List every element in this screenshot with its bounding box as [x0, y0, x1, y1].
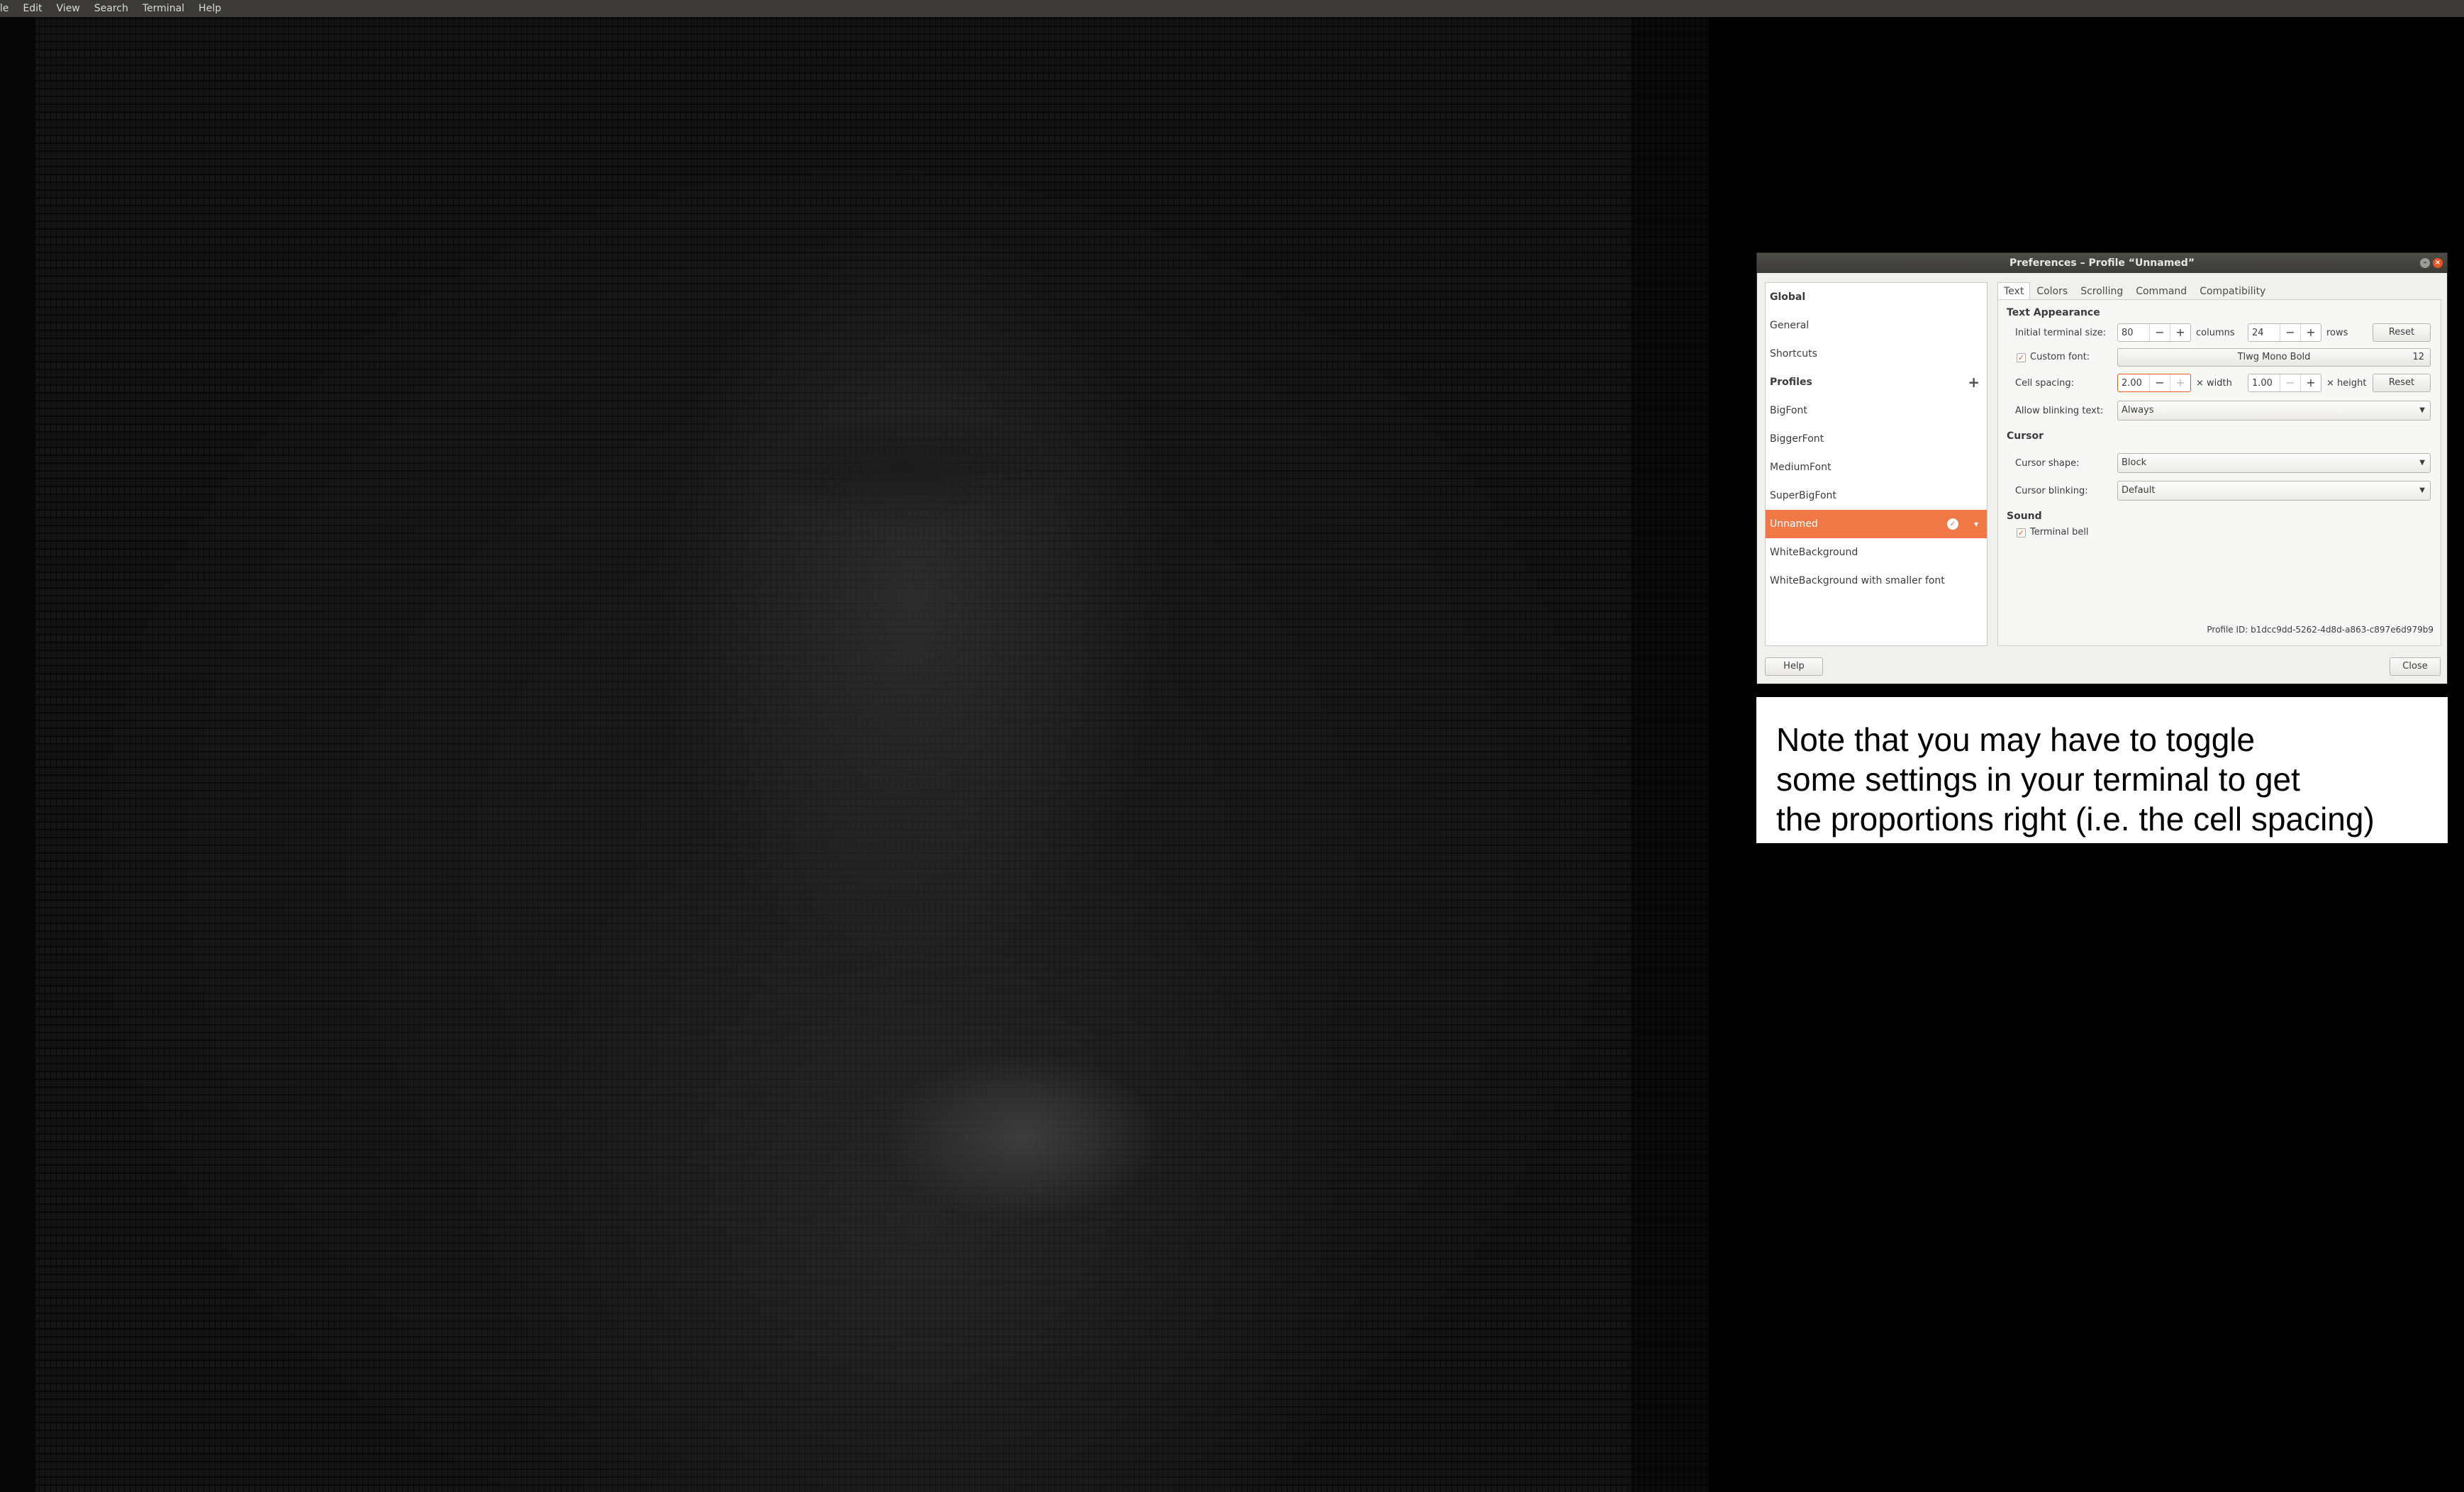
ascii-art-terminal-output	[0, 17, 1709, 1492]
dialog-title: Preferences – Profile “Unnamed”	[2009, 257, 2195, 269]
sound-heading: Sound	[2007, 511, 2042, 522]
rows-value[interactable]: 24	[2248, 328, 2280, 338]
cell-height-spinner[interactable]: 1.00 − +	[2248, 374, 2321, 392]
custom-font-checkbox[interactable]: ✓	[2017, 353, 2026, 362]
sidebar-profile-whitebackground-smaller[interactable]: WhiteBackground with smaller font	[1766, 567, 1987, 595]
sidebar-item-general[interactable]: General	[1766, 311, 1987, 340]
cell-height-decrement-icon[interactable]: −	[2280, 374, 2300, 391]
columns-label: columns	[2196, 328, 2235, 338]
cell-height-increment-icon[interactable]: +	[2300, 374, 2321, 391]
cursor-blinking-value: Default	[2122, 485, 2156, 496]
columns-decrement-icon[interactable]: −	[2149, 324, 2170, 341]
menu-help[interactable]: Help	[191, 3, 228, 14]
close-button[interactable]: Close	[2390, 657, 2441, 676]
terminal-menubar: ile Edit View Search Terminal Help	[0, 0, 2464, 17]
sidebar-profile-unnamed[interactable]: Unnamed ✓ ▾	[1766, 510, 1987, 538]
text-settings-panel: Text Appearance Initial terminal size: 8…	[1997, 299, 2441, 646]
chevron-down-icon: ▼	[2419, 486, 2425, 494]
close-icon[interactable]: ×	[2433, 258, 2443, 268]
preferences-sidebar: Global General Shortcuts Profiles + BigF…	[1765, 282, 1988, 646]
menu-edit[interactable]: Edit	[16, 3, 49, 14]
custom-font-label: Custom font:	[2030, 352, 2090, 362]
profile-unnamed-label: Unnamed	[1770, 518, 1818, 530]
columns-spinner[interactable]: 80 − +	[2117, 323, 2191, 342]
chevron-down-icon: ▼	[2419, 406, 2425, 414]
cell-spacing-label: Cell spacing:	[2015, 378, 2075, 389]
menu-search[interactable]: Search	[87, 3, 135, 14]
terminal-bell-label: Terminal bell	[2030, 527, 2089, 538]
width-label: × width	[2196, 378, 2232, 389]
rows-spinner[interactable]: 24 − +	[2248, 323, 2321, 342]
initial-size-label: Initial terminal size:	[2015, 328, 2107, 338]
rows-increment-icon[interactable]: +	[2300, 324, 2321, 341]
profile-id: Profile ID: b1dcc9dd-5262-4d8d-a863-c897…	[2207, 625, 2434, 635]
sidebar-profile-biggerfont[interactable]: BiggerFont	[1766, 425, 1987, 453]
columns-increment-icon[interactable]: +	[2170, 324, 2190, 341]
sidebar-profile-superbigfont[interactable]: SuperBigFont	[1766, 481, 1987, 510]
tab-colors[interactable]: Colors	[2030, 282, 2074, 301]
tab-command[interactable]: Command	[2129, 282, 2193, 301]
profiles-header-label: Profiles	[1770, 377, 1812, 388]
cursor-shape-select[interactable]: Block ▼	[2117, 453, 2431, 473]
terminal-bell-checkbox[interactable]: ✓	[2017, 528, 2026, 538]
menu-file[interactable]: ile	[0, 3, 16, 14]
font-size: 12	[2412, 352, 2424, 362]
note-line-1: Note that you may have to toggle	[1776, 721, 2256, 758]
font-name: Tlwg Mono Bold	[2237, 352, 2311, 362]
add-profile-icon[interactable]: +	[1968, 368, 1980, 396]
tab-compatibility[interactable]: Compatibility	[2193, 282, 2272, 301]
rows-label: rows	[2326, 328, 2348, 338]
blink-text-label: Allow blinking text:	[2015, 406, 2104, 416]
preferences-dialog: Preferences – Profile “Unnamed” – × Glob…	[1756, 252, 2448, 684]
cell-width-increment-icon[interactable]: +	[2170, 374, 2190, 391]
columns-value[interactable]: 80	[2118, 328, 2149, 338]
cursor-shape-value: Block	[2122, 457, 2147, 468]
profile-menu-chevron-down-icon[interactable]: ▾	[1974, 510, 1978, 538]
rows-decrement-icon[interactable]: −	[2280, 324, 2300, 341]
sidebar-header-global: Global	[1770, 291, 1806, 303]
dialog-titlebar: Preferences – Profile “Unnamed” – ×	[1757, 253, 2447, 273]
sidebar-header-profiles: Profiles +	[1766, 368, 1987, 396]
blink-text-value: Always	[2122, 405, 2154, 416]
reset-spacing-button[interactable]: Reset	[2373, 374, 2431, 392]
cell-width-value[interactable]: 2.00	[2118, 378, 2149, 389]
chevron-down-icon: ▼	[2419, 459, 2425, 467]
cursor-heading: Cursor	[2007, 430, 2044, 442]
annotation-note: Note that you may have to toggle some se…	[1756, 697, 2448, 843]
cursor-shape-label: Cursor shape:	[2015, 458, 2080, 469]
cell-width-spinner[interactable]: 2.00 − +	[2117, 374, 2191, 392]
note-line-3: the proportions right (i.e. the cell spa…	[1776, 801, 2375, 837]
sidebar-item-shortcuts[interactable]: Shortcuts	[1766, 340, 1987, 368]
font-chooser-button[interactable]: Tlwg Mono Bold 12	[2117, 348, 2431, 367]
minimize-icon[interactable]: –	[2420, 258, 2430, 268]
cell-width-decrement-icon[interactable]: −	[2149, 374, 2170, 391]
cursor-blinking-select[interactable]: Default ▼	[2117, 481, 2431, 501]
sidebar-profile-whitebackground[interactable]: WhiteBackground	[1766, 538, 1987, 567]
menu-terminal[interactable]: Terminal	[135, 3, 191, 14]
profile-tabs: Text Colors Scrolling Command Compatibil…	[1997, 282, 2272, 301]
tab-text[interactable]: Text	[1997, 282, 2031, 301]
blink-text-select[interactable]: Always ▼	[2117, 401, 2431, 421]
cell-height-value[interactable]: 1.00	[2248, 378, 2280, 389]
help-button[interactable]: Help	[1765, 657, 1823, 676]
menu-view[interactable]: View	[50, 3, 87, 14]
sidebar-profile-mediumfont[interactable]: MediumFont	[1766, 453, 1987, 481]
sidebar-profile-bigfont[interactable]: BigFont	[1766, 396, 1987, 425]
tab-scrolling[interactable]: Scrolling	[2074, 282, 2129, 301]
default-profile-check-icon: ✓	[1947, 518, 1958, 530]
terminal-left-margin	[0, 17, 35, 1492]
text-appearance-heading: Text Appearance	[2007, 307, 2100, 318]
note-line-2: some settings in your terminal to get	[1776, 761, 2300, 798]
reset-size-button[interactable]: Reset	[2373, 323, 2431, 342]
cursor-blinking-label: Cursor blinking:	[2015, 486, 2088, 496]
height-label: × height	[2326, 378, 2367, 389]
